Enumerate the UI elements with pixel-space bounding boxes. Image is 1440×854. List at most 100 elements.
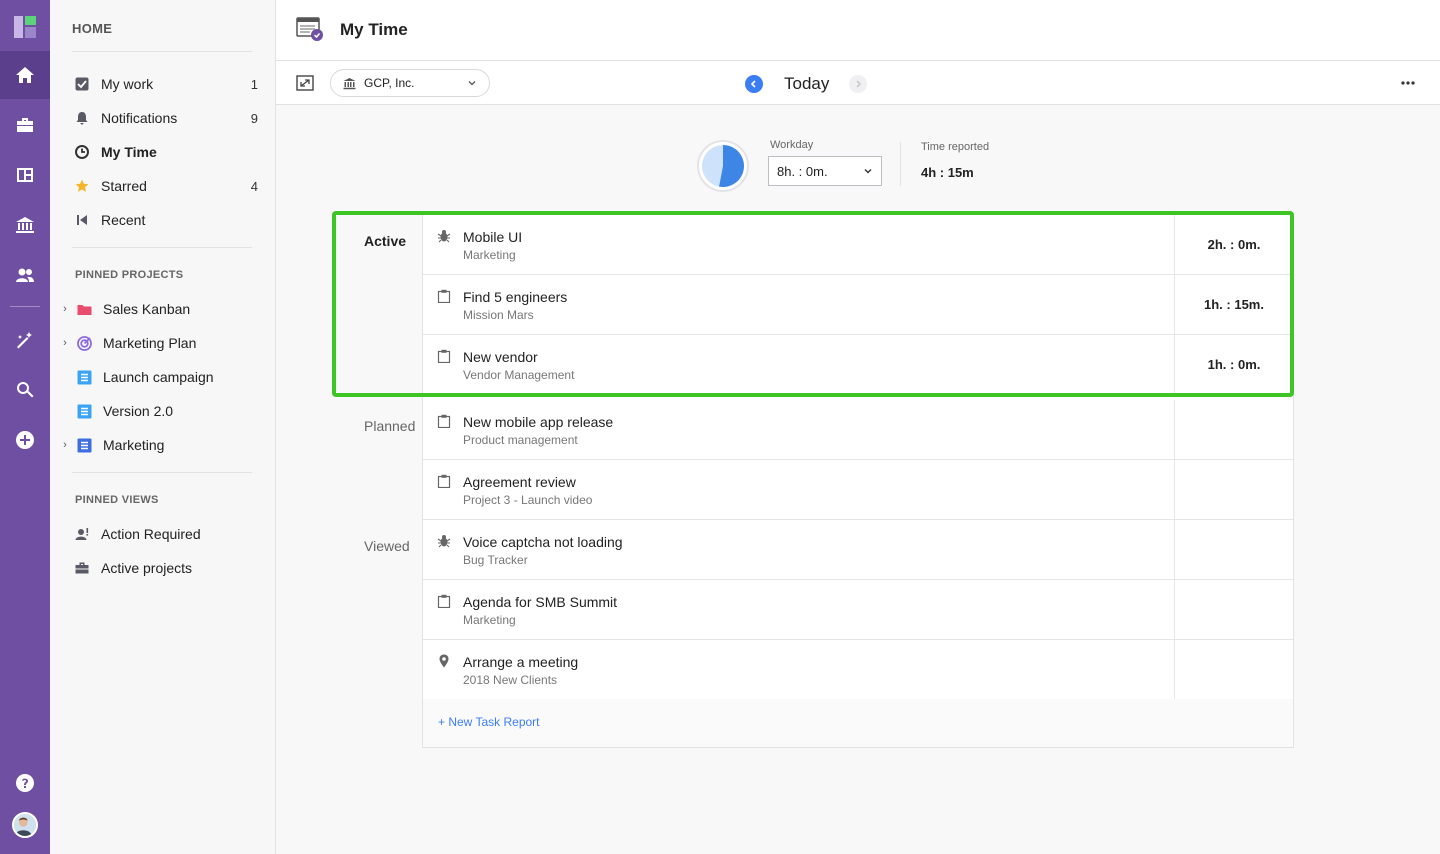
task-time[interactable] [1175, 460, 1293, 519]
task-time[interactable] [1175, 520, 1293, 579]
task-time[interactable] [1175, 640, 1293, 699]
home-icon [16, 67, 34, 83]
search-icon [17, 382, 34, 398]
chevron-right-icon[interactable]: › [60, 337, 70, 349]
company-selector-label: GCP, Inc. [364, 76, 415, 90]
task-time[interactable]: 2h. : 0m. [1175, 215, 1293, 274]
app-rail [0, 0, 50, 854]
time-reported-pie [697, 140, 749, 192]
user-alert-icon [74, 526, 90, 542]
plus-circle-icon [16, 431, 34, 449]
task-time[interactable]: 1h. : 0m. [1175, 335, 1293, 394]
rail-accounts-button[interactable] [0, 201, 50, 249]
pinned-project-sales-kanban[interactable]: › Sales Kanban [60, 297, 260, 321]
sidebar-item-recent[interactable]: Recent [74, 208, 258, 232]
task-row[interactable]: Agreement review Project 3 - Launch vide… [423, 460, 1293, 520]
task-time[interactable]: 1h. : 15m. [1175, 275, 1293, 334]
folder-icon [76, 301, 92, 317]
more-options-button[interactable] [1398, 73, 1418, 93]
rail-team-button[interactable] [0, 251, 50, 299]
task-project: Project 3 - Launch video [463, 493, 593, 507]
toolbar: GCP, Inc. Today [276, 61, 1440, 105]
pinned-view-active-projects[interactable]: Active projects [74, 556, 258, 580]
task-row[interactable]: New mobile app release Product managemen… [423, 400, 1293, 460]
rail-search-button[interactable] [0, 366, 50, 414]
task-name: Voice captcha not loading [463, 534, 623, 550]
rail-home-button[interactable] [0, 51, 50, 99]
clipboard-icon [437, 349, 451, 363]
pinned-project-label: Sales Kanban [103, 301, 191, 317]
previous-day-button[interactable] [745, 75, 763, 93]
chevron-down-icon [468, 81, 476, 86]
sidebar-item-label: My Time [101, 144, 157, 160]
chevron-right-icon [856, 80, 862, 88]
date-label: Today [784, 74, 830, 93]
task-name: New vendor [463, 349, 538, 365]
task-name: Arrange a meeting [463, 654, 579, 670]
list-icon [76, 437, 92, 453]
pinned-view-action-required[interactable]: Action Required [74, 522, 258, 546]
task-row[interactable]: New vendor Vendor Management 1h. : 0m. [423, 335, 1293, 395]
briefcase-icon [74, 560, 90, 576]
sidebar-divider [72, 472, 252, 473]
pinned-project-version-2[interactable]: Version 2.0 [60, 399, 260, 423]
bank-icon [16, 217, 34, 233]
sidebar-item-count: 4 [250, 178, 258, 194]
next-day-button[interactable] [849, 75, 867, 93]
pinned-view-label: Active projects [101, 560, 193, 576]
time-reported-label: Time reported [921, 141, 990, 153]
sidebar-item-notifications[interactable]: Notifications 9 [74, 106, 258, 130]
clipboard-icon [437, 414, 451, 428]
task-name: Mobile UI [463, 229, 523, 245]
rail-create-button[interactable] [0, 416, 50, 464]
bug-icon [437, 535, 451, 548]
rail-projects-button[interactable] [0, 101, 50, 149]
task-name: Agenda for SMB Summit [463, 594, 618, 610]
sidebar-divider [72, 51, 252, 52]
summary-divider [900, 142, 901, 186]
sidebar-item-starred[interactable]: Starred 4 [74, 174, 258, 198]
avatar[interactable] [12, 812, 38, 838]
more-horizontal-icon [1401, 81, 1415, 85]
task-row[interactable]: Voice captcha not loading Bug Tracker [423, 520, 1293, 580]
sidebar-item-my-time[interactable]: My Time [74, 140, 258, 164]
task-time[interactable] [1175, 580, 1293, 639]
chevron-right-icon[interactable]: › [60, 439, 70, 451]
sidebar-item-my-work[interactable]: My work 1 [74, 72, 258, 96]
pinned-project-marketing-plan[interactable]: › Marketing Plan [60, 331, 260, 355]
company-selector[interactable]: GCP, Inc. [330, 69, 490, 97]
task-project: Bug Tracker [463, 553, 528, 567]
task-row[interactable]: Arrange a meeting 2018 New Clients [423, 640, 1293, 700]
task-list: Mobile UI Marketing 2h. : 0m. Find 5 eng… [422, 214, 1294, 748]
pinned-project-marketing[interactable]: › Marketing [60, 433, 260, 457]
workday-value: 8h. : 0m. [777, 163, 828, 179]
pin-icon [439, 654, 449, 668]
rail-dashboards-button[interactable] [0, 151, 50, 199]
task-project: Vendor Management [463, 368, 575, 382]
task-row[interactable]: Find 5 engineers Mission Mars 1h. : 15m. [423, 275, 1293, 335]
list-icon [76, 369, 92, 385]
rail-divider [10, 306, 40, 307]
task-row[interactable]: Mobile UI Marketing 2h. : 0m. [423, 215, 1293, 275]
page-title: My Time [340, 20, 408, 39]
workday-select[interactable]: 8h. : 0m. [768, 156, 882, 186]
pinned-view-label: Action Required [101, 526, 201, 542]
sidebar-home-heading[interactable]: HOME [72, 21, 112, 36]
list-icon [76, 403, 92, 419]
task-time[interactable] [1175, 400, 1293, 459]
task-project: Marketing [463, 248, 516, 262]
new-task-report-link[interactable]: + New Task Report [438, 715, 540, 729]
pinned-views-heading: PINNED VIEWS [75, 494, 159, 506]
sidebar: HOME My work 1 Notifications 9 My Time S… [50, 0, 276, 854]
chevron-right-icon[interactable]: › [60, 303, 70, 315]
rail-help-button[interactable] [0, 759, 50, 807]
rail-automation-button[interactable] [0, 316, 50, 364]
logo-icon[interactable] [14, 16, 36, 38]
chevron-down-icon [864, 169, 872, 174]
task-row[interactable]: Agenda for SMB Summit Marketing [423, 580, 1293, 640]
sidebar-item-label: Starred [101, 178, 147, 194]
bank-icon [343, 77, 356, 89]
sidebar-item-count: 9 [250, 110, 258, 126]
expand-icon[interactable] [296, 75, 314, 91]
pinned-project-launch-campaign[interactable]: Launch campaign [60, 365, 260, 389]
